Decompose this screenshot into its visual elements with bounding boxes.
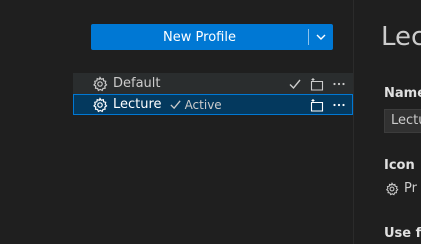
more-actions-button[interactable] [331, 76, 347, 92]
use-for-label: Use fo [384, 226, 421, 241]
new-profile-button[interactable]: New Profile [91, 24, 308, 50]
set-active-button[interactable] [287, 76, 303, 92]
profile-details-title: Lecture [381, 22, 421, 52]
name-label: Name [384, 86, 421, 101]
profile-actions [309, 94, 347, 115]
profiles-list-pane: New Profile Default Lecture Active [0, 0, 354, 244]
active-badge: Active [169, 98, 222, 112]
icon-label: Icon [384, 158, 415, 173]
profile-actions [287, 73, 347, 94]
profile-name: Default [113, 76, 161, 91]
gear-icon [385, 181, 399, 195]
profile-name-input[interactable]: Lecture [384, 109, 421, 133]
more-actions-button[interactable] [331, 97, 347, 113]
profile-details-pane: Lecture Name Lecture Icon Pr Use fo [354, 0, 421, 244]
icon-value: Pr [404, 181, 417, 196]
new-profile-button-group: New Profile [91, 24, 333, 50]
profile-name: Lecture [113, 97, 162, 112]
active-label: Active [184, 97, 222, 112]
profile-item-lecture[interactable]: Lecture Active [73, 94, 353, 115]
profile-item-default[interactable]: Default [73, 73, 353, 94]
new-profile-dropdown-button[interactable] [309, 24, 333, 50]
new-window-button[interactable] [309, 76, 325, 92]
profile-icon-picker[interactable]: Pr [385, 181, 417, 196]
checkmark-icon [169, 100, 181, 110]
new-window-icon [310, 77, 324, 91]
chevron-down-icon [316, 34, 326, 40]
gear-icon [93, 96, 108, 112]
profiles-list: Default Lecture Active [73, 73, 353, 115]
gear-icon [93, 75, 108, 91]
ellipsis-icon [333, 103, 345, 106]
new-window-button[interactable] [309, 97, 325, 113]
ellipsis-icon [333, 82, 345, 85]
checkmark-icon [289, 79, 301, 89]
new-window-icon [310, 98, 324, 112]
